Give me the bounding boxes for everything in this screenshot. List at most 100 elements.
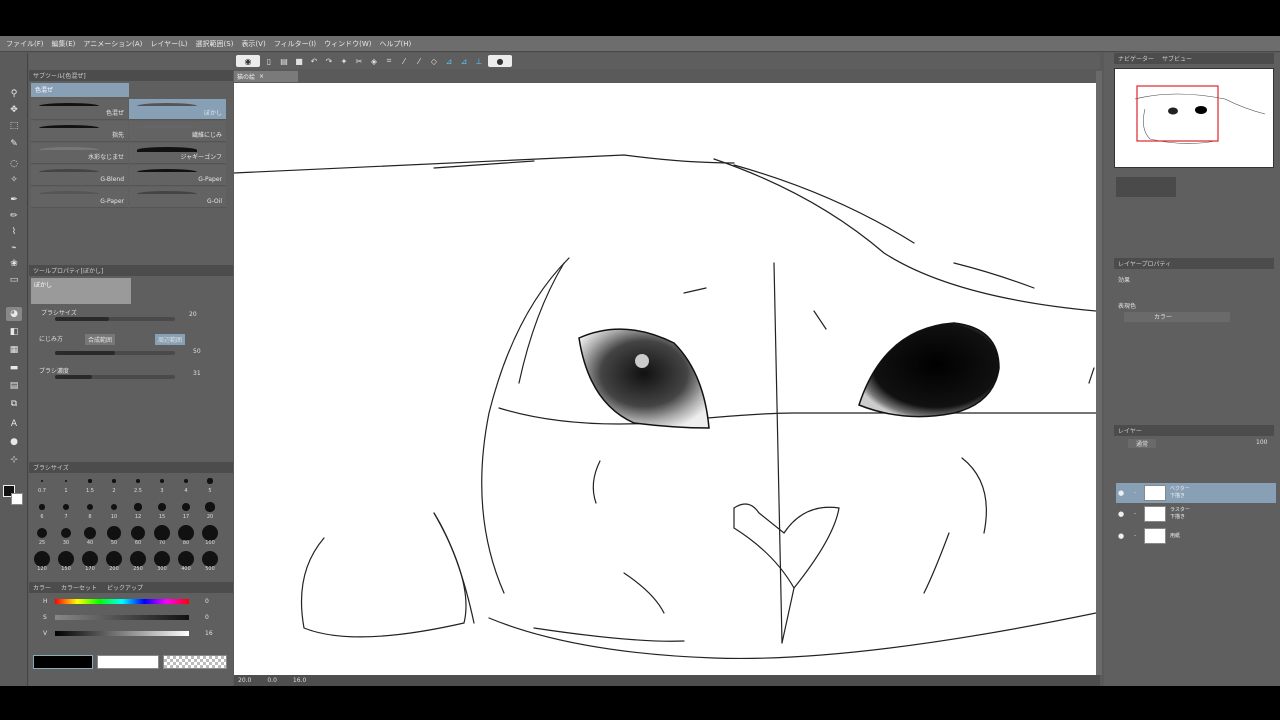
blend-mode-dropdown[interactable]: 通常 [1128, 439, 1157, 448]
subtool-blend[interactable]: 色混ぜ [31, 99, 128, 120]
menu-window[interactable]: ウィンドウ(W) [324, 39, 371, 49]
subtool-g-blend[interactable]: G-Blend [31, 165, 128, 186]
pencil-icon[interactable]: ✏ [6, 209, 22, 223]
tab-colorset[interactable]: カラーセット [61, 583, 97, 592]
menu-file[interactable]: ファイル(F) [6, 39, 44, 49]
fill-tool-icon[interactable]: ◧ [6, 325, 22, 339]
snap-special-icon[interactable]: ⊥ [473, 55, 485, 67]
angle-value[interactable]: 0.0 [267, 677, 277, 684]
brush-size-dot [181, 502, 191, 512]
lock-icon[interactable]: · [1130, 509, 1140, 519]
menu-help[interactable]: ヘルプ(H) [379, 39, 411, 49]
menu-selection[interactable]: 選択範囲(S) [196, 39, 234, 49]
sub-color-swatch[interactable] [11, 493, 23, 505]
move-icon[interactable]: ✥ [6, 103, 22, 117]
sub-color-chip[interactable] [97, 655, 159, 669]
subtool-watercolor[interactable]: 水彩なじませ [31, 143, 128, 164]
figure-icon[interactable]: ▬ [6, 361, 22, 375]
clip-studio-icon[interactable]: ◉ [236, 55, 260, 67]
menu-filter[interactable]: フィルター(I) [274, 39, 316, 49]
frame-icon[interactable]: ▤ [6, 379, 22, 393]
expand-icon[interactable]: ◇ [428, 55, 440, 67]
lock-icon[interactable]: · [1130, 488, 1140, 498]
snap-ruler-icon[interactable]: ⊿ [443, 55, 455, 67]
stroke-preview [39, 191, 99, 197]
zoom-slider-area[interactable] [1116, 177, 1176, 197]
brush-size-number: 200 [109, 566, 119, 572]
select-icon[interactable]: ⬚ [6, 119, 22, 133]
subtool-blur[interactable]: ぼかし [129, 99, 226, 120]
layer-row-vector[interactable]: ● · ベクター 下描き [1116, 483, 1276, 503]
save-icon[interactable]: ■ [293, 55, 305, 67]
tab-pickup[interactable]: ピックアップ [107, 583, 143, 592]
wand-icon[interactable]: ✧ [6, 173, 22, 187]
zoom-value[interactable]: 20.0 [238, 677, 251, 684]
value-slider[interactable] [55, 631, 189, 636]
hue-slider[interactable] [55, 599, 189, 604]
tab-subview[interactable]: サブビュー [1162, 54, 1192, 63]
clear-icon[interactable]: ✦ [338, 55, 350, 67]
undo-icon[interactable]: ↶ [308, 55, 320, 67]
eraser-icon[interactable]: ▭ [6, 273, 22, 287]
blur-option-range[interactable]: 合成範囲 [85, 334, 116, 345]
navigator-thumbnail[interactable] [1114, 68, 1274, 168]
deselect-icon[interactable]: ⁄ [398, 55, 410, 67]
eye-icon[interactable]: ● [1116, 531, 1126, 541]
subtool-g-paper-2[interactable]: G-Paper [31, 187, 128, 208]
blur-option-surround[interactable]: 周辺範囲 [155, 334, 186, 345]
blend-icon[interactable]: ◕ [6, 307, 22, 321]
tab-navigator[interactable]: ナビゲーター [1118, 54, 1154, 63]
subtool-fiber[interactable]: 繊維にじみ [129, 121, 226, 142]
saturation-label: S [43, 614, 47, 621]
main-color-chip[interactable] [33, 655, 93, 669]
eye-icon[interactable]: ● [1116, 488, 1126, 498]
redo-icon[interactable]: ↷ [323, 55, 335, 67]
new-file-icon[interactable]: ▯ [263, 55, 275, 67]
eye-icon[interactable]: ● [1116, 509, 1126, 519]
airbrush-icon[interactable]: ⌁ [6, 241, 22, 255]
subtool-group-tab[interactable]: 色混ぜ [31, 83, 129, 97]
balloon-icon[interactable]: ● [6, 435, 22, 449]
cut-icon[interactable]: ✂ [353, 55, 365, 67]
menu-animation[interactable]: アニメーション(A) [83, 39, 142, 49]
subtool-g-oil[interactable]: G-Oil [129, 187, 226, 208]
transform-icon[interactable]: ⌗ [383, 55, 395, 67]
lock-icon[interactable]: · [1130, 531, 1140, 541]
menu-view[interactable]: 表示(V) [241, 39, 265, 49]
canvas-tab[interactable]: 猫の絵 × [234, 71, 298, 82]
decoration-icon[interactable]: ❀ [6, 257, 22, 271]
open-file-icon[interactable]: ▤ [278, 55, 290, 67]
help-icon[interactable]: ● [488, 55, 512, 67]
subtool-finger[interactable]: 指先 [31, 121, 128, 142]
correction-icon[interactable]: ⊹ [6, 453, 22, 467]
close-icon[interactable]: × [259, 73, 264, 80]
layer-row-raster[interactable]: ● · ラスター 下描き [1116, 504, 1276, 524]
eyedropper-icon[interactable]: ✎ [6, 137, 22, 151]
pen-icon[interactable]: ✒ [6, 193, 22, 207]
menu-layer[interactable]: レイヤー(L) [150, 39, 187, 49]
opacity-value[interactable]: 100 [1256, 439, 1267, 446]
snap-grid-icon[interactable]: ⊿ [458, 55, 470, 67]
expression-color-dropdown[interactable]: カラー [1124, 312, 1230, 322]
drawing-canvas[interactable] [234, 83, 1096, 675]
invert-icon[interactable]: ⁄ [413, 55, 425, 67]
text-icon[interactable]: A [6, 417, 22, 431]
blur-slider[interactable] [55, 351, 175, 355]
subtool-g-paper[interactable]: G-Paper [129, 165, 226, 186]
canvas-vertical-scrollbar[interactable] [1096, 71, 1102, 675]
gradient-icon[interactable]: ▦ [6, 343, 22, 357]
magnifier-icon[interactable]: ⚲ [6, 87, 22, 101]
transparent-color-chip[interactable] [163, 655, 227, 669]
brush-density-slider[interactable] [55, 375, 175, 379]
brush-size-slider[interactable] [55, 317, 175, 321]
layer-row-paper[interactable]: ● · 用紙 [1116, 526, 1276, 546]
subtool-jaggy[interactable]: ジャギーゴンフ [129, 143, 226, 164]
menu-edit[interactable]: 編集(E) [52, 39, 76, 49]
lasso-icon[interactable]: ◌ [6, 157, 22, 171]
brush-icon[interactable]: ⌇ [6, 225, 22, 239]
brush-size-number: 3 [160, 488, 164, 494]
tab-color[interactable]: カラー [33, 583, 51, 592]
saturation-slider[interactable] [55, 615, 189, 620]
ruler-icon[interactable]: ⧉ [6, 397, 22, 411]
fill-icon[interactable]: ◈ [368, 55, 380, 67]
